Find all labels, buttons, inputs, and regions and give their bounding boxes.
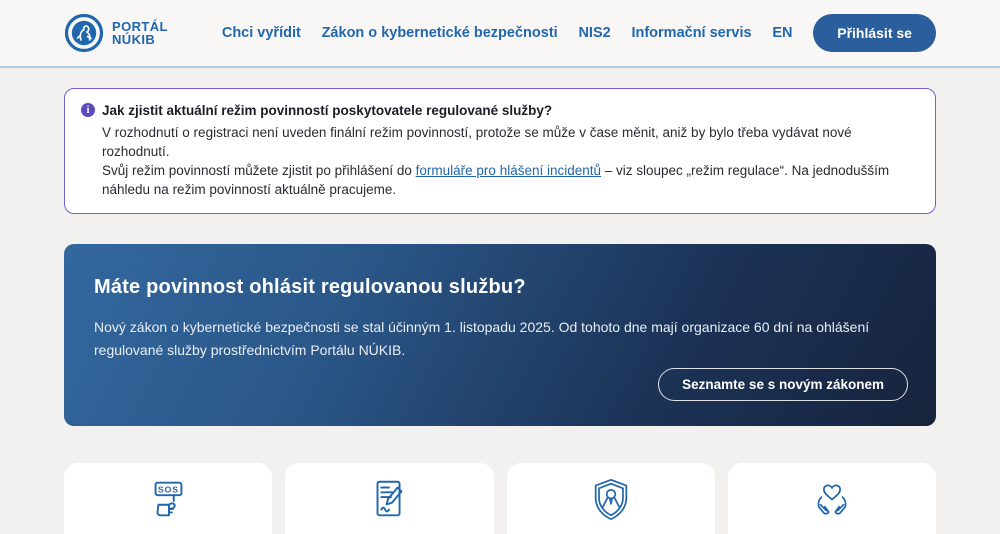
nukib-lion-emblem-icon (64, 13, 104, 53)
logo-wordmark: PORTÁL NÚKIB (112, 20, 168, 47)
card-support[interactable]: Podpora (728, 463, 936, 534)
incident-report-form-link[interactable]: formuláře pro hlášení incidentů (416, 163, 601, 178)
svg-text:SOS: SOS (158, 484, 179, 494)
shield-person-icon (588, 477, 634, 521)
card-authorize-representative[interactable]: Pověření zástupce organizace (507, 463, 715, 534)
hands-heart-icon (809, 477, 855, 521)
top-navigation-bar: PORTÁL NÚKIB Chci vyřídit Zákon o kybern… (0, 0, 1000, 68)
nav-item-chci-vyridit[interactable]: Chci vyřídit (222, 25, 301, 41)
login-button[interactable]: Přihlásit se (813, 14, 936, 52)
hero-title: Máte povinnost ohlásit regulovanou služb… (94, 276, 906, 299)
regulated-service-hero-banner: Máte povinnost ohlásit regulovanou služb… (64, 244, 936, 426)
info-box-title: Jak zjistit aktuální režim povinností po… (102, 101, 552, 120)
hero-body-text: Nový zákon o kybernetické bezpečnosti se… (94, 316, 906, 362)
regulation-mode-info-box: i Jak zjistit aktuální režim povinností … (64, 88, 936, 214)
new-law-button[interactable]: Seznamte se s novým zákonem (658, 368, 908, 401)
nav-item-zakon-o-kyberneticke-bezpecnosti[interactable]: Zákon o kybernetické bezpečnosti (322, 25, 558, 41)
info-icon: i (81, 103, 95, 117)
quick-action-cards: SOS Kybernetické incidenty Ohlášení regu… (64, 463, 936, 534)
card-cyber-incidents[interactable]: SOS Kybernetické incidenty (64, 463, 272, 534)
main-nav: Chci vyřídit Zákon o kybernetické bezpeč… (222, 14, 936, 52)
language-switcher-en[interactable]: EN (772, 25, 792, 41)
info-box-paragraph-2: Svůj režim povinností můžete zjistit po … (102, 161, 917, 199)
info-box-paragraph-1: V rozhodnutí o registraci není uveden fi… (102, 123, 917, 161)
nav-item-informacni-servis[interactable]: Informační servis (631, 25, 751, 41)
card-report-regulated-service[interactable]: Ohlášení regulované služby (285, 463, 493, 534)
portal-nukib-logo[interactable]: PORTÁL NÚKIB (64, 13, 168, 53)
sos-sign-icon: SOS (145, 477, 191, 521)
nav-item-nis2[interactable]: NIS2 (578, 25, 610, 41)
document-pencil-icon (366, 477, 412, 521)
